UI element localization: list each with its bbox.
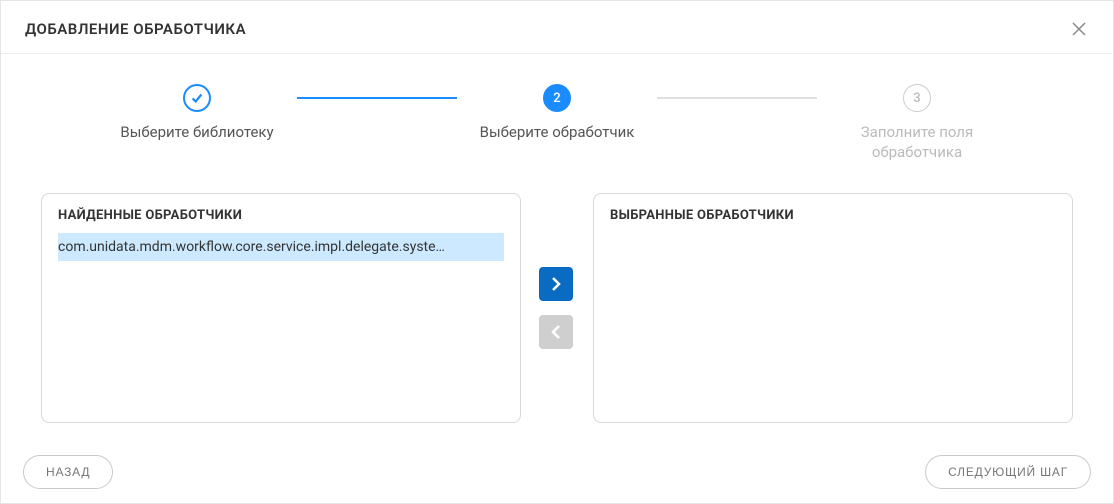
dialog-header: ДОБАВЛЕНИЕ ОБРАБОТЧИКА xyxy=(1,1,1113,53)
selected-handlers-list xyxy=(610,233,1056,413)
step-3-number: 3 xyxy=(913,91,920,106)
step-line-2 xyxy=(657,97,817,99)
move-left-button[interactable] xyxy=(539,315,573,349)
back-button[interactable]: НАЗАД xyxy=(23,455,113,489)
add-handler-dialog: ДОБАВЛЕНИЕ ОБРАБОТЧИКА Выберите библиоте… xyxy=(0,0,1114,504)
found-handlers-list: com.unidata.mdm.workflow.core.service.im… xyxy=(58,233,504,413)
dialog-body: Выберите библиотеку 2 Выберите обработчи… xyxy=(1,53,1113,443)
step-1-circle xyxy=(183,84,211,112)
found-handlers-panel: НАЙДЕННЫЕ ОБРАБОТЧИКИ com.unidata.mdm.wo… xyxy=(41,193,521,424)
transfer-panels: НАЙДЕННЫЕ ОБРАБОТЧИКИ com.unidata.mdm.wo… xyxy=(41,193,1073,424)
step-1: Выберите библиотеку xyxy=(97,84,297,142)
step-2-label: Выберите обработчик xyxy=(480,122,635,142)
dialog-title: ДОБАВЛЕНИЕ ОБРАБОТЧИКА xyxy=(25,20,246,38)
move-right-button[interactable] xyxy=(539,267,573,301)
step-3: 3 Заполните поля обработчика xyxy=(817,84,1017,163)
close-icon xyxy=(1071,21,1087,37)
selected-handlers-panel: ВЫБРАННЫЕ ОБРАБОТЧИКИ xyxy=(593,193,1073,424)
chevron-left-icon xyxy=(551,325,561,339)
check-icon xyxy=(190,91,204,105)
selected-handlers-title: ВЫБРАННЫЕ ОБРАБОТЧИКИ xyxy=(610,208,1056,223)
dialog-footer: НАЗАД СЛЕДУЮЩИЙ ШАГ xyxy=(1,443,1113,503)
transfer-buttons xyxy=(539,267,575,349)
close-button[interactable] xyxy=(1069,19,1089,39)
list-item[interactable]: com.unidata.mdm.workflow.core.service.im… xyxy=(58,233,504,261)
next-step-button[interactable]: СЛЕДУЮЩИЙ ШАГ xyxy=(925,455,1091,489)
stepper: Выберите библиотеку 2 Выберите обработчи… xyxy=(41,84,1073,163)
step-2-number: 2 xyxy=(553,91,560,106)
step-2: 2 Выберите обработчик xyxy=(457,84,657,142)
step-2-circle: 2 xyxy=(543,84,571,112)
found-handlers-title: НАЙДЕННЫЕ ОБРАБОТЧИКИ xyxy=(58,208,504,223)
step-3-label: Заполните поля обработчика xyxy=(817,122,1017,163)
step-line-1 xyxy=(297,97,457,99)
step-3-circle: 3 xyxy=(903,84,931,112)
step-1-label: Выберите библиотеку xyxy=(120,122,273,142)
chevron-right-icon xyxy=(551,277,561,291)
